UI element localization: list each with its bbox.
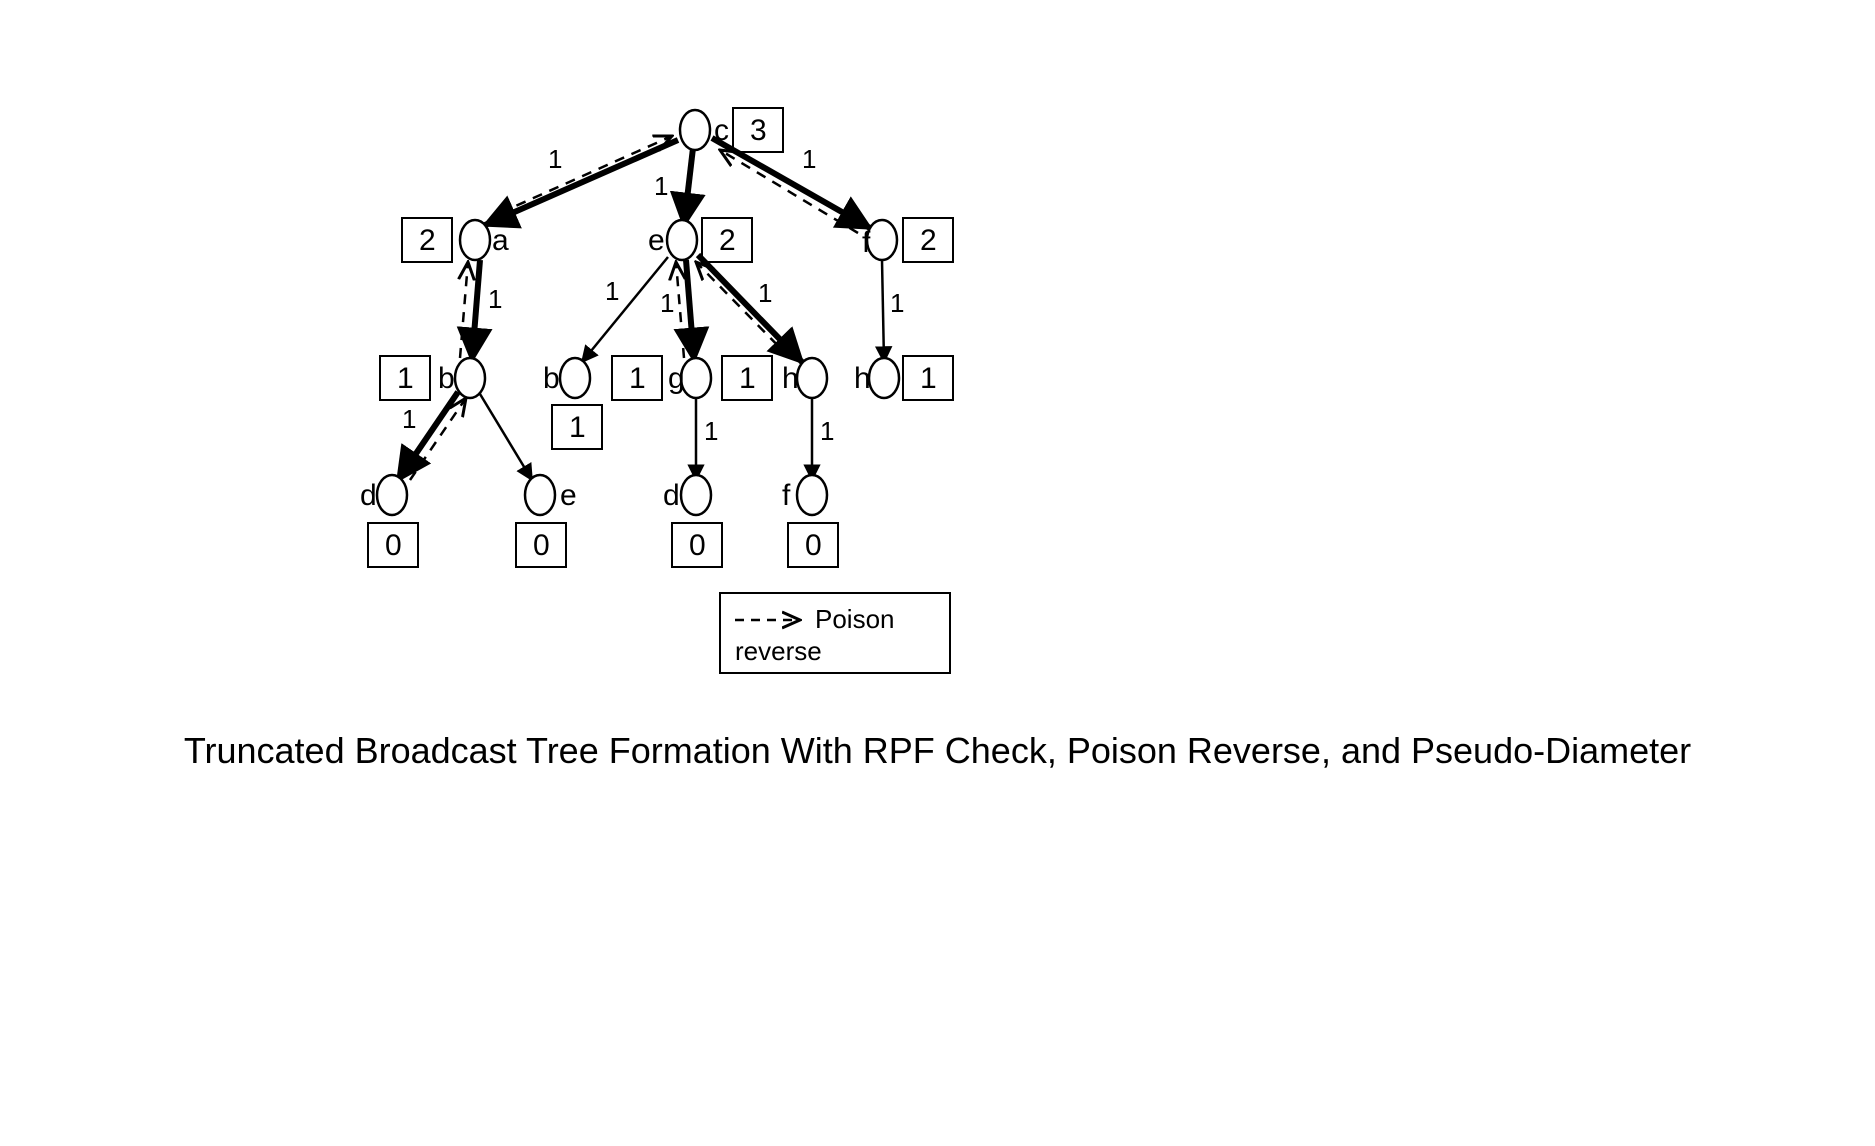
value-b1: 1 — [397, 362, 414, 395]
edge-b-e — [480, 394, 532, 480]
label-d2: d — [663, 479, 680, 512]
node-a: a 2 — [402, 218, 509, 262]
value-d2: 0 — [689, 529, 706, 562]
label-h2: h — [854, 362, 871, 395]
node-d-left: d 0 — [360, 475, 418, 567]
node-c: c 3 — [680, 108, 783, 152]
label-f2: f — [782, 479, 791, 512]
label-b2: b — [543, 362, 560, 395]
poison-b-d — [410, 398, 466, 480]
legend-word-1: Poison — [815, 604, 895, 634]
value-h2: 1 — [920, 362, 937, 395]
weight-e-g: 1 — [660, 288, 674, 318]
edge-e-g: 1 — [660, 260, 694, 360]
edge-b-d: 1 — [398, 392, 466, 480]
figure-caption: Truncated Broadcast Tree Formation With … — [184, 730, 1691, 772]
value-e2: 0 — [533, 529, 550, 562]
label-e1: e — [648, 224, 665, 257]
edge-c-a: 1 — [485, 136, 678, 225]
legend-poison-reverse: Poison reverse — [720, 593, 950, 673]
label-e2: e — [560, 479, 577, 512]
node-f-top: f 2 — [862, 218, 953, 262]
value-g: 1 — [629, 362, 646, 395]
value-a: 2 — [419, 224, 436, 257]
node-g: g 1 — [612, 356, 711, 400]
edge-c-e: 1 — [654, 148, 693, 225]
weight-e-b: 1 — [605, 276, 619, 306]
weight-a-b: 1 — [488, 284, 502, 314]
value-d1: 0 — [385, 529, 402, 562]
value-b2: 1 — [569, 411, 586, 444]
poison-c-f — [720, 150, 858, 233]
weight-c-f: 1 — [802, 144, 816, 174]
label-g: g — [668, 362, 685, 395]
poison-a-b — [460, 262, 468, 358]
edge-e-b: 1 — [582, 257, 668, 362]
value-c: 3 — [750, 114, 767, 147]
label-h1: h — [782, 362, 799, 395]
node-h-left: h 1 — [722, 356, 827, 400]
value-f2: 0 — [805, 529, 822, 562]
edge-a-b: 1 — [460, 260, 502, 360]
edge-f-h: 1 — [882, 260, 904, 362]
edge-g-d: 1 — [696, 394, 718, 480]
label-d1: d — [360, 479, 377, 512]
edge-h-f: 1 — [812, 394, 834, 480]
node-d-right: d 0 — [663, 475, 722, 567]
weight-h-f: 1 — [820, 416, 834, 446]
legend-word-2: reverse — [735, 636, 822, 666]
edge-e-h: 1 — [696, 255, 802, 362]
value-h1: 1 — [739, 362, 756, 395]
value-e1: 2 — [719, 224, 736, 257]
weight-e-h: 1 — [758, 278, 772, 308]
poison-c-a — [500, 136, 672, 213]
weight-c-e: 1 — [654, 171, 668, 201]
node-b-left: b 1 — [380, 356, 485, 400]
node-e-bottom: e 0 — [516, 475, 577, 567]
weight-f-h: 1 — [890, 288, 904, 318]
value-f1: 2 — [920, 224, 937, 257]
node-b-right: b 1 — [543, 358, 602, 449]
label-f1: f — [862, 226, 871, 259]
label-b1: b — [438, 362, 455, 395]
node-h-right: h 1 — [854, 356, 953, 400]
node-f-bottom: f 0 — [782, 475, 838, 567]
poison-e-g — [676, 262, 684, 358]
poison-e-h — [696, 262, 790, 358]
label-c: c — [714, 114, 729, 147]
weight-c-a: 1 — [548, 144, 562, 174]
weight-b-d: 1 — [402, 404, 416, 434]
weight-g-d: 1 — [704, 416, 718, 446]
label-a: a — [492, 224, 509, 257]
